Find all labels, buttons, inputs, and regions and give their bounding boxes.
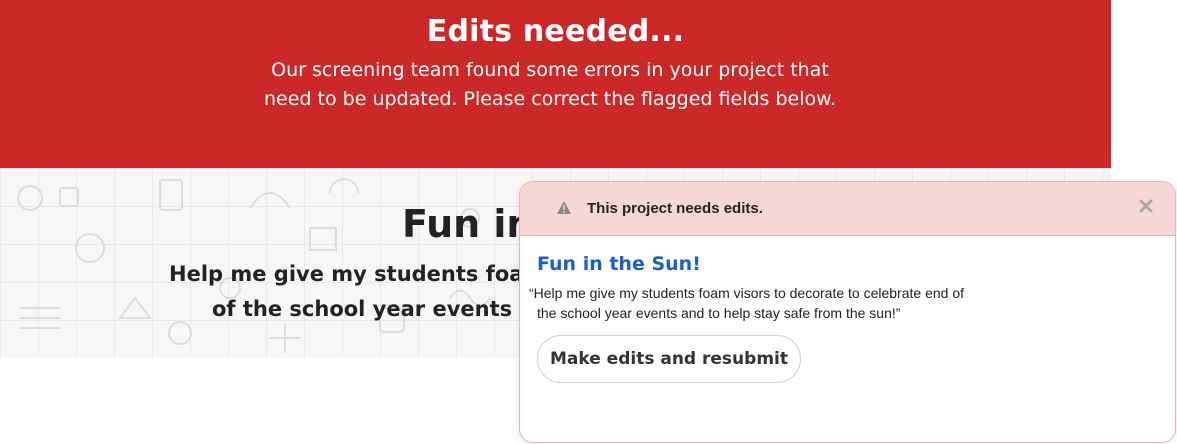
project-description-quote: “Help me give my students foam visors to…	[529, 285, 964, 321]
banner-title: Edits needed...	[426, 14, 685, 49]
panel-header-text: This project needs edits.	[587, 200, 763, 217]
needs-edits-panel: This project needs edits. Fun in the Sun…	[519, 181, 1176, 443]
background-project-title: Fun in	[402, 202, 534, 246]
warning-icon	[557, 201, 571, 214]
background-project-subtitle-line2: of the school year events	[212, 297, 513, 321]
close-icon[interactable]	[1139, 199, 1153, 213]
panel-header: This project needs edits.	[520, 182, 1175, 236]
project-title-link[interactable]: Fun in the Sun!	[537, 253, 701, 275]
edits-needed-banner: Edits needed... Our screening team found…	[0, 0, 1111, 168]
banner-message: Our screening team found some errors in …	[264, 59, 836, 110]
background-project-subtitle-line1: Help me give my students foa	[169, 262, 524, 286]
make-edits-button[interactable]: Make edits and resubmit	[537, 335, 801, 383]
